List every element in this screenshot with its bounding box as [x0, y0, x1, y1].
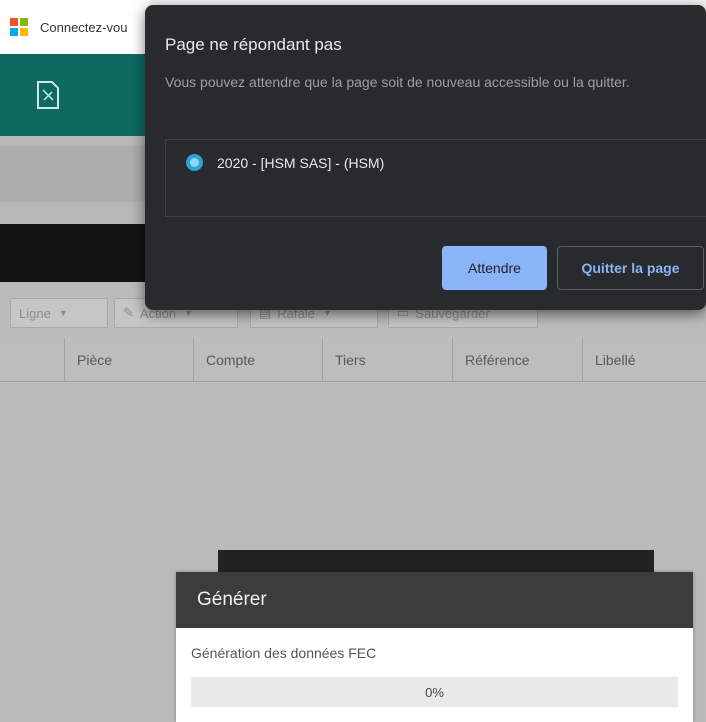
- page-unresponsive-dialog: Page ne répondant pas Vous pouvez attend…: [145, 5, 706, 310]
- microsoft-logo-icon: [10, 18, 28, 36]
- generate-dialog-title: Générer: [176, 572, 693, 628]
- column-header-libelle[interactable]: Libellé: [582, 338, 706, 382]
- wait-button[interactable]: Attendre: [442, 246, 547, 290]
- generate-dialog-body: Génération des données FEC 0%: [176, 628, 693, 707]
- column-header-tiers[interactable]: Tiers: [322, 338, 452, 382]
- tab-title: Connectez-vou: [40, 19, 128, 35]
- column-header-piece[interactable]: Pièce: [64, 338, 193, 382]
- unresponsive-page-item: 2020 - [HSM SAS] - (HSM): [186, 154, 384, 171]
- ligne-menu-button[interactable]: Ligne ▼: [10, 298, 108, 328]
- generate-dialog: Générer Génération des données FEC 0%: [176, 572, 693, 722]
- screen: Connectez-vou Ligne ▼ ✎ Action ▼ ▤ Rafal…: [0, 0, 706, 722]
- unresponsive-page-list: 2020 - [HSM SAS] - (HSM): [165, 139, 706, 217]
- chevron-down-icon: ▼: [58, 308, 68, 318]
- action-icon: ✎: [123, 305, 134, 320]
- generate-status-label: Génération des données FEC: [191, 645, 377, 661]
- quit-page-button[interactable]: Quitter la page: [557, 246, 704, 290]
- progress-bar: 0%: [191, 677, 678, 707]
- progress-text: 0%: [425, 684, 444, 700]
- document-icon[interactable]: [34, 80, 62, 110]
- browser-tab[interactable]: Connectez-vou: [0, 0, 150, 54]
- dialog-title: Page ne répondant pas: [165, 35, 342, 54]
- table-header: Pièce Compte Tiers Référence Libellé: [0, 338, 706, 382]
- dialog-description: Vous pouvez attendre que la page soit de…: [165, 74, 630, 90]
- loading-overlay-bar: [218, 550, 654, 572]
- site-globe-icon: [186, 154, 203, 171]
- unresponsive-page-title: 2020 - [HSM SAS] - (HSM): [217, 154, 385, 171]
- column-header-reference[interactable]: Référence: [452, 338, 582, 382]
- column-header-compte[interactable]: Compte: [193, 338, 322, 382]
- ligne-menu-label: Ligne: [19, 305, 51, 321]
